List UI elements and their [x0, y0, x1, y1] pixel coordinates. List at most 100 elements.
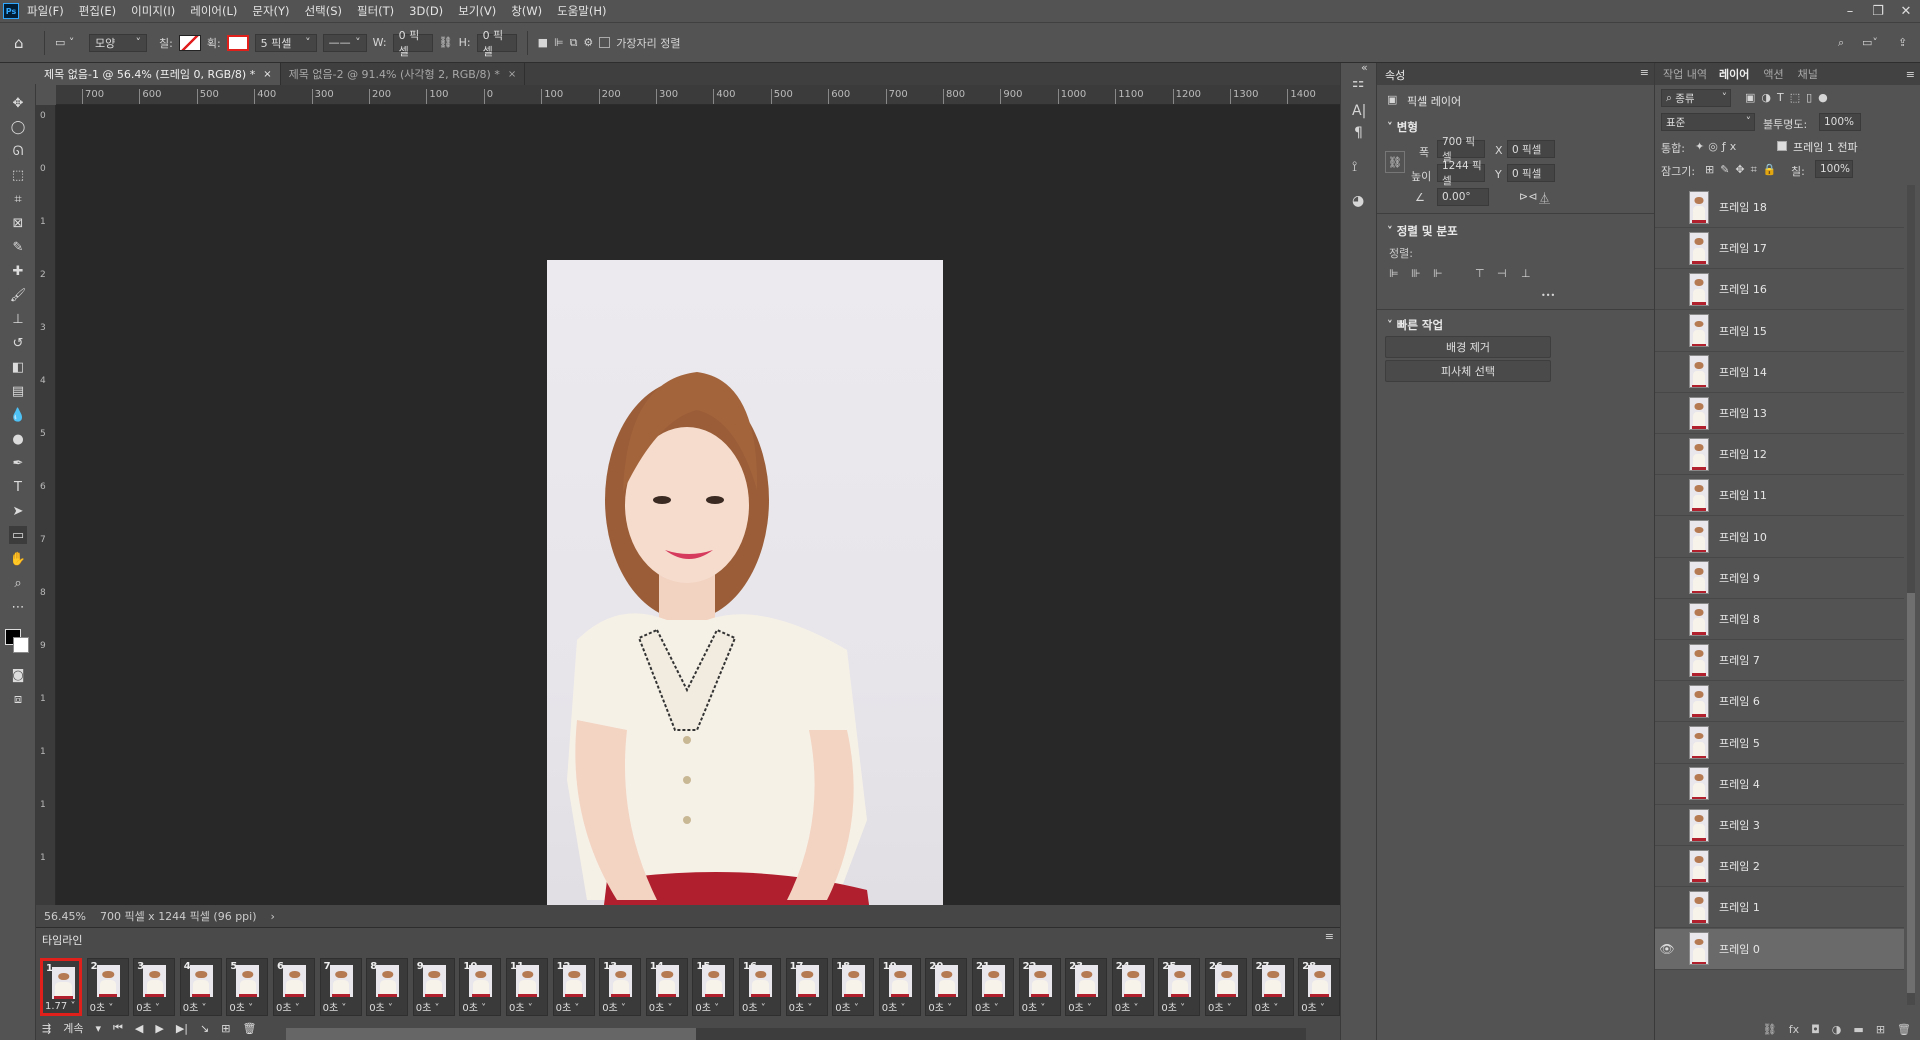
frame-delay[interactable]: 0초 ˅ — [136, 999, 160, 1014]
blur-tool-icon[interactable]: 💧 — [9, 406, 27, 424]
layer-row[interactable]: 프레임 15 — [1655, 311, 1904, 352]
tab-history[interactable]: 작업 내역 — [1663, 66, 1707, 82]
timeline-scrollbar[interactable] — [286, 1028, 1306, 1040]
menu-image[interactable]: 이미지(I) — [131, 3, 175, 19]
unify-icons[interactable]: ✦◎ƒx — [1695, 140, 1740, 153]
timeline-frame[interactable]: 210초 ˅ — [972, 958, 1014, 1016]
timeline-frame[interactable]: 100초 ˅ — [459, 958, 502, 1016]
layer-row[interactable]: 프레임 2 — [1655, 846, 1904, 888]
width-input[interactable]: 700 픽셀 — [1437, 136, 1485, 163]
search-icon[interactable]: ⌕ — [1838, 36, 1844, 50]
minimize-icon[interactable]: – — [1836, 0, 1864, 22]
menu-type[interactable]: 문자(Y) — [252, 3, 289, 19]
layer-row[interactable]: 프레임 11 — [1655, 475, 1904, 517]
timeline-frame[interactable]: 280초 ˅ — [1298, 958, 1341, 1016]
properties-icon[interactable]: ⚏ — [1352, 75, 1365, 91]
height-input[interactable]: 1244 픽셀 — [1437, 160, 1485, 187]
frame-delay[interactable]: 0초 ˅ — [975, 999, 999, 1014]
delete-frame-icon[interactable]: 🗑 — [242, 1022, 256, 1035]
align-top-icon[interactable]: ⊤ — [1475, 267, 1485, 280]
timeline-frame[interactable]: 270초 ˅ — [1251, 958, 1294, 1016]
timeline-frame[interactable]: 130초 ˅ — [599, 958, 642, 1016]
frame-delay[interactable]: 0초 ˅ — [882, 999, 906, 1014]
duplicate-frame-icon[interactable]: ⊞ — [221, 1022, 230, 1035]
timeline-frame[interactable]: 200초 ˅ — [925, 958, 968, 1016]
frame-delay[interactable]: 0초 ˅ — [416, 999, 440, 1014]
link-layers-icon[interactable]: ⛓ — [1763, 1023, 1777, 1036]
height-field[interactable]: 0 픽셀 — [476, 29, 517, 58]
zoom-level[interactable]: 56.45% — [44, 910, 86, 923]
layer-filter-select[interactable]: ⌕ 종류 ˅ — [1661, 89, 1731, 107]
collapse-icon[interactable]: « — [1361, 61, 1368, 74]
tab-properties[interactable]: 속성 — [1385, 67, 1405, 83]
frame-delay[interactable]: 0초 ˅ — [229, 999, 253, 1014]
new-group-icon[interactable]: ▬ — [1853, 1023, 1863, 1036]
zoom-tool-icon[interactable]: ⌕ — [9, 574, 27, 592]
timeline-frame[interactable]: 240초 ˅ — [1111, 958, 1154, 1016]
panel-menu-icon[interactable]: ≡ — [1325, 930, 1334, 943]
color-swatches[interactable] — [5, 629, 31, 655]
frame-delay[interactable]: 0초 ˅ — [509, 999, 533, 1014]
frame-tool-icon[interactable]: ⊠ — [9, 214, 27, 232]
marquee-tool-icon[interactable]: ◯ — [9, 118, 27, 136]
propagate-checkbox[interactable] — [1777, 141, 1787, 151]
timeline-frame[interactable]: 160초 ˅ — [739, 958, 781, 1016]
first-frame-icon[interactable]: ⏮ — [113, 1021, 123, 1035]
menu-3d[interactable]: 3D(D) — [409, 4, 443, 18]
more-tools-icon[interactable]: ⋯ — [9, 598, 27, 616]
layer-row[interactable]: 프레임 17 — [1655, 228, 1904, 270]
frame-delay[interactable]: 0초 ˅ — [1022, 999, 1046, 1014]
timeline-frame[interactable]: 260초 ˅ — [1205, 958, 1247, 1016]
frame-delay[interactable]: 0초 ˅ — [1255, 999, 1279, 1014]
frame-delay[interactable]: 1.77 ˅ — [45, 1001, 75, 1012]
filter-type-icons[interactable]: ▣◑T⬚▯● — [1745, 91, 1834, 104]
pen-tool-icon[interactable]: ✒ — [9, 454, 27, 472]
timeline-frame[interactable]: 170초 ˅ — [785, 958, 828, 1016]
link-dimensions-icon[interactable]: ⛓ — [1385, 151, 1405, 173]
select-subject-button[interactable]: 피사체 선택 — [1385, 360, 1551, 382]
stroke-swatch[interactable] — [226, 34, 249, 51]
close-icon[interactable]: ✕ — [1892, 0, 1920, 22]
frame-delay[interactable]: 0초 ˅ — [1161, 999, 1185, 1014]
share-icon[interactable]: ⇪ — [1898, 36, 1907, 49]
panel-menu-icon[interactable]: ≡ — [1906, 68, 1915, 81]
layer-row[interactable]: 프레임 10 — [1655, 517, 1904, 558]
move-tool-icon[interactable]: ✥ — [9, 94, 27, 112]
frame-delay[interactable]: 0초 ˅ — [695, 999, 719, 1014]
delete-layer-icon[interactable]: 🗑 — [1897, 1023, 1911, 1036]
timeline-frame[interactable]: 220초 ˅ — [1018, 958, 1061, 1016]
menu-filter[interactable]: 필터(T) — [357, 3, 394, 19]
align-hcenter-icon[interactable]: ⊪ — [1411, 267, 1421, 280]
paragraph-icon[interactable]: ¶ — [1354, 125, 1363, 141]
panel-menu-icon[interactable]: ≡ — [1640, 66, 1649, 79]
timeline-frame[interactable]: 1 1.77 ˅ — [40, 958, 82, 1016]
transform-header[interactable]: ˅ 변형 — [1387, 119, 1418, 135]
timeline-frame[interactable]: 6 0초 ˅ — [273, 958, 315, 1016]
convert-timeline-icon[interactable]: ⇶ — [42, 1022, 51, 1035]
restore-icon[interactable]: ❐ — [1864, 0, 1892, 22]
healing-brush-icon[interactable]: ✚ — [9, 262, 27, 280]
object-select-tool-icon[interactable]: ⬚ — [9, 166, 27, 184]
menu-edit[interactable]: 편집(E) — [79, 3, 116, 19]
frame-delay[interactable]: 0초 ˅ — [276, 999, 300, 1014]
timeline-frame[interactable]: 250초 ˅ — [1158, 958, 1201, 1016]
tab-document-2[interactable]: 제목 없음-2 @ 91.4% (사각형 2, RGB/8) * × — [281, 63, 526, 85]
timeline-frame[interactable]: 140초 ˅ — [645, 958, 688, 1016]
lasso-tool-icon[interactable]: ᘏ — [9, 142, 27, 160]
timeline-frame[interactable]: 120초 ˅ — [552, 958, 595, 1016]
document-image[interactable] — [547, 260, 943, 963]
path-select-icon[interactable]: ➤ — [9, 502, 27, 520]
more-options-icon[interactable]: ••• — [1541, 291, 1555, 300]
timeline-frame[interactable]: 150초 ˅ — [692, 958, 735, 1016]
menu-select[interactable]: 선택(S) — [305, 3, 342, 19]
frame-delay[interactable]: 0초 ˅ — [462, 999, 486, 1014]
screen-mode-icon[interactable]: ⧈ — [9, 690, 27, 708]
frame-delay[interactable]: 0초 ˅ — [1115, 999, 1139, 1014]
menu-view[interactable]: 보기(V) — [458, 3, 496, 19]
history-brush-icon[interactable]: ↺ — [9, 334, 27, 352]
stroke-type-select[interactable]: —— ˅ — [322, 33, 367, 52]
tab-document-1[interactable]: 제목 없음-1 @ 56.4% (프레임 0, RGB/8) * × — [36, 63, 281, 85]
add-mask-icon[interactable]: ◘ — [1811, 1023, 1820, 1036]
next-frame-icon[interactable]: ▶| — [176, 1022, 188, 1035]
angle-input[interactable]: 0.00° — [1437, 188, 1489, 206]
